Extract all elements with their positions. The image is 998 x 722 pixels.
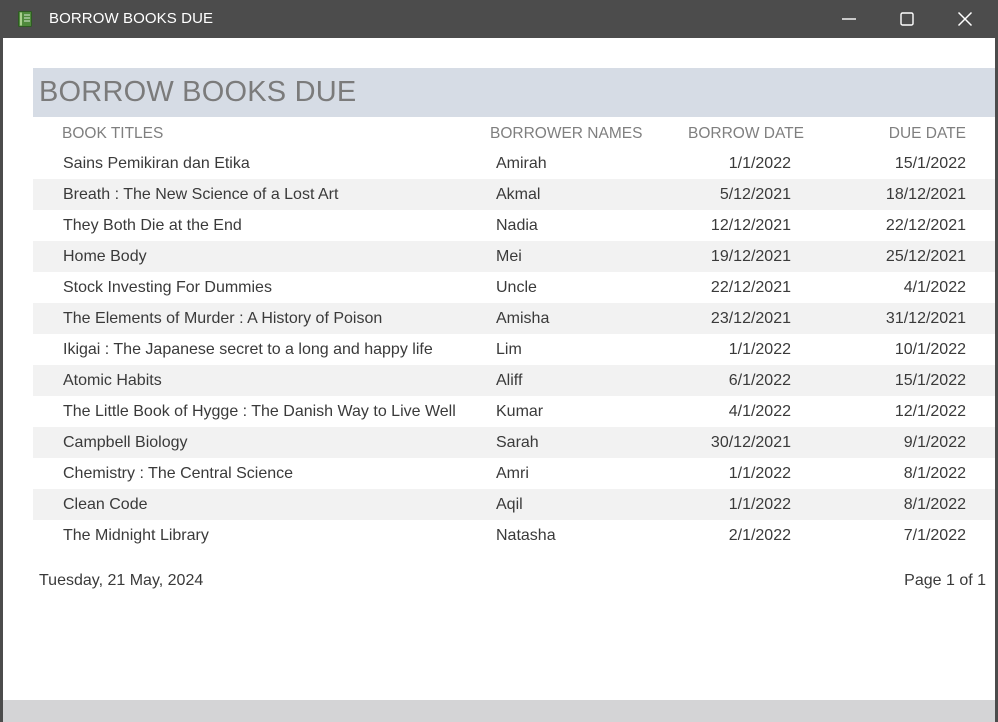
borrow-date-cell: 2/1/2022 bbox=[728, 527, 791, 544]
borrower-name-cell: Akmal bbox=[496, 186, 541, 203]
due-date-cell: 15/1/2022 bbox=[894, 155, 966, 172]
table-row: Chemistry : The Central Science Amri 1/1… bbox=[33, 458, 995, 489]
borrow-date-cell: 12/12/2021 bbox=[710, 217, 791, 234]
book-title-cell: The Elements of Murder : A History of Po… bbox=[63, 310, 383, 327]
book-title-cell: Sains Pemikiran dan Etika bbox=[63, 155, 250, 172]
borrow-date-cell: 1/1/2022 bbox=[728, 496, 791, 513]
borrow-date-cell: 1/1/2022 bbox=[728, 465, 791, 482]
borrow-date-cell: 30/12/2021 bbox=[710, 434, 791, 451]
book-title-cell: Chemistry : The Central Science bbox=[63, 465, 294, 482]
borrow-date-cell: 1/1/2022 bbox=[728, 155, 791, 172]
due-date-cell: 9/1/2022 bbox=[903, 434, 966, 451]
borrower-name-cell: Sarah bbox=[496, 434, 539, 451]
minimize-icon bbox=[842, 18, 856, 20]
due-date-cell: 4/1/2022 bbox=[903, 279, 966, 296]
book-title-cell: Breath : The New Science of a Lost Art bbox=[63, 186, 339, 203]
minimize-button[interactable] bbox=[820, 0, 878, 38]
window-frame-left bbox=[0, 38, 3, 722]
borrower-name-cell: Kumar bbox=[496, 403, 544, 420]
table-row: The Little Book of Hygge : The Danish Wa… bbox=[33, 396, 995, 427]
book-title-cell: The Little Book of Hygge : The Danish Wa… bbox=[63, 403, 456, 420]
report-window: BORROW BOOKS DUE BORROW BOOKS DUE BOOK T… bbox=[0, 0, 998, 722]
borrower-name-cell: Amirah bbox=[496, 155, 547, 172]
table-row: Breath : The New Science of a Lost Art A… bbox=[33, 179, 995, 210]
borrow-date-cell: 4/1/2022 bbox=[728, 403, 791, 420]
due-date-cell: 8/1/2022 bbox=[903, 496, 966, 513]
due-date-cell: 8/1/2022 bbox=[903, 465, 966, 482]
window-title: BORROW BOOKS DUE bbox=[49, 10, 214, 27]
table-row: Clean Code Aqil 1/1/2022 8/1/2022 bbox=[33, 489, 995, 520]
due-date-cell: 22/12/2021 bbox=[885, 217, 966, 234]
table-row: Stock Investing For Dummies Uncle 22/12/… bbox=[33, 272, 995, 303]
maximize-button[interactable] bbox=[878, 0, 936, 38]
borrower-name-cell: Aqil bbox=[496, 496, 523, 513]
title-bar[interactable]: BORROW BOOKS DUE bbox=[0, 0, 998, 38]
due-date-cell: 25/12/2021 bbox=[885, 248, 966, 265]
book-title-cell: Ikigai : The Japanese secret to a long a… bbox=[63, 341, 433, 358]
due-date-cell: 7/1/2022 bbox=[903, 527, 966, 544]
report-date: Tuesday, 21 May, 2024 bbox=[39, 572, 204, 589]
table-row: Campbell Biology Sarah 30/12/2021 9/1/20… bbox=[33, 427, 995, 458]
borrower-name-cell: Mei bbox=[496, 248, 522, 265]
report-title: BORROW BOOKS DUE bbox=[39, 76, 357, 108]
column-header-borrow-date: BORROW DATE bbox=[688, 125, 804, 142]
book-title-cell: Campbell Biology bbox=[63, 434, 188, 451]
table-row: The Midnight Library Natasha 2/1/2022 7/… bbox=[33, 520, 995, 551]
borrower-name-cell: Aliff bbox=[496, 372, 523, 389]
report-header: BORROW BOOKS DUE bbox=[33, 68, 995, 117]
table-row: They Both Die at the End Nadia 12/12/202… bbox=[33, 210, 995, 241]
borrower-name-cell: Natasha bbox=[496, 527, 556, 544]
book-title-cell: Stock Investing For Dummies bbox=[63, 279, 272, 296]
borrower-name-cell: Nadia bbox=[496, 217, 538, 234]
book-title-cell: They Both Die at the End bbox=[63, 217, 242, 234]
column-header-book-titles: BOOK TITLES bbox=[62, 125, 164, 142]
borrow-date-cell: 19/12/2021 bbox=[710, 248, 791, 265]
book-title-cell: The Midnight Library bbox=[63, 527, 209, 544]
book-title-cell: Home Body bbox=[63, 248, 147, 265]
table-row: Atomic Habits Aliff 6/1/2022 15/1/2022 bbox=[33, 365, 995, 396]
close-icon bbox=[957, 11, 973, 27]
borrower-name-cell: Lim bbox=[496, 341, 522, 358]
book-icon bbox=[18, 11, 32, 27]
borrow-date-cell: 22/12/2021 bbox=[710, 279, 791, 296]
borrow-date-cell: 6/1/2022 bbox=[728, 372, 791, 389]
due-date-cell: 31/12/2021 bbox=[885, 310, 966, 327]
book-title-cell: Clean Code bbox=[63, 496, 148, 513]
table-row: Home Body Mei 19/12/2021 25/12/2021 bbox=[33, 241, 995, 272]
due-date-cell: 10/1/2022 bbox=[894, 341, 966, 358]
column-header-borrower-names: BORROWER NAMES bbox=[490, 125, 643, 142]
close-button[interactable] bbox=[936, 0, 994, 38]
borrow-date-cell: 5/12/2021 bbox=[719, 186, 791, 203]
borrow-date-cell: 23/12/2021 bbox=[710, 310, 791, 327]
due-date-cell: 18/12/2021 bbox=[885, 186, 966, 203]
borrower-name-cell: Uncle bbox=[496, 279, 537, 296]
maximize-icon bbox=[900, 12, 914, 26]
borrow-date-cell: 1/1/2022 bbox=[728, 341, 791, 358]
status-bar bbox=[3, 700, 995, 722]
report-rows: Sains Pemikiran dan Etika Amirah 1/1/202… bbox=[33, 148, 995, 551]
due-date-cell: 15/1/2022 bbox=[894, 372, 966, 389]
borrower-name-cell: Amisha bbox=[496, 310, 550, 327]
table-row: Ikigai : The Japanese secret to a long a… bbox=[33, 334, 995, 365]
due-date-cell: 12/1/2022 bbox=[894, 403, 966, 420]
table-row: Sains Pemikiran dan Etika Amirah 1/1/202… bbox=[33, 148, 995, 179]
borrower-name-cell: Amri bbox=[496, 465, 529, 482]
page-number: Page 1 of 1 bbox=[904, 572, 986, 589]
column-header-due-date: DUE DATE bbox=[888, 125, 966, 142]
table-row: The Elements of Murder : A History of Po… bbox=[33, 303, 995, 334]
book-title-cell: Atomic Habits bbox=[63, 372, 162, 389]
